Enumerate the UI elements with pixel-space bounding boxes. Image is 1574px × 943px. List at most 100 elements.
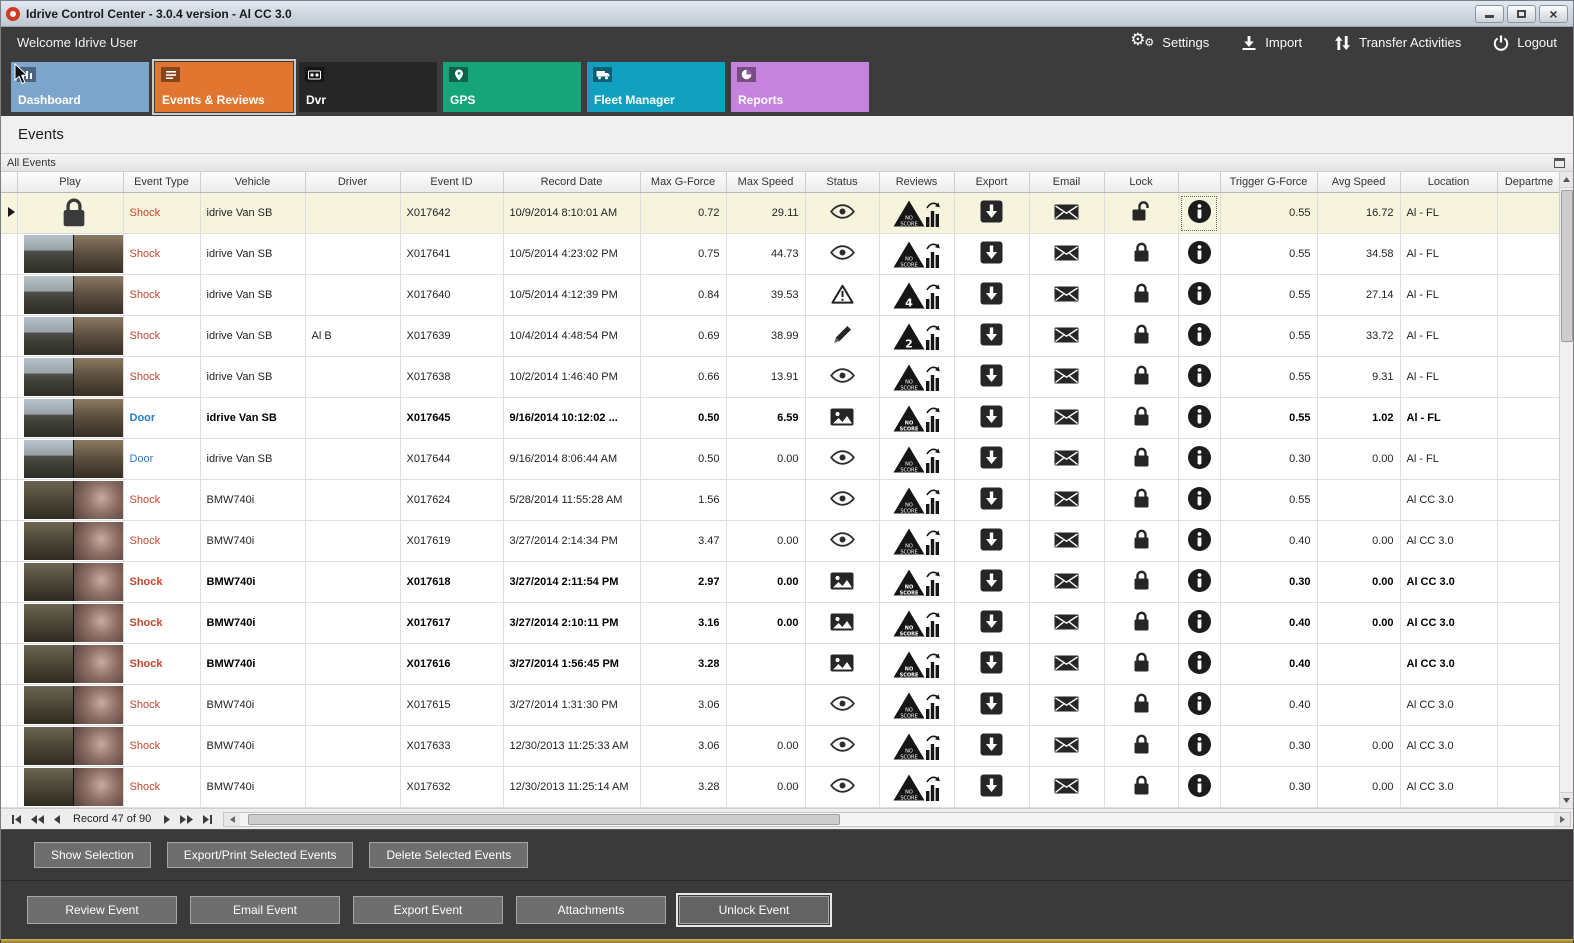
unlock-event-button[interactable]: Unlock Event <box>676 893 832 927</box>
export-icon[interactable] <box>954 520 1030 562</box>
lock-icon[interactable] <box>1104 274 1179 316</box>
export-icon[interactable] <box>954 233 1030 275</box>
info-icon[interactable] <box>1178 233 1221 275</box>
lock-icon[interactable] <box>1104 438 1179 480</box>
review-score-icon[interactable]: 4 <box>879 274 955 316</box>
email-icon[interactable] <box>1029 561 1105 603</box>
info-icon[interactable] <box>1178 356 1221 398</box>
event-row[interactable]: Shock idrive Van SB X017640 10/5/2014 4:12:… <box>1 274 1562 316</box>
export-icon[interactable] <box>954 274 1030 316</box>
play-cell[interactable] <box>17 356 124 398</box>
tab-dashboard[interactable]: Dashboard <box>11 62 149 112</box>
status-icon[interactable] <box>805 561 880 603</box>
review-score-icon[interactable]: NO SCORE <box>879 397 955 439</box>
play-cell[interactable] <box>17 315 124 357</box>
status-icon[interactable] <box>805 274 880 316</box>
lock-icon[interactable] <box>1104 561 1179 603</box>
export-icon[interactable] <box>954 438 1030 480</box>
review-score-icon[interactable]: NO SCORE <box>879 643 955 685</box>
play-cell[interactable] <box>17 643 124 685</box>
email-icon[interactable] <box>1029 520 1105 562</box>
column-header-reviews[interactable]: Reviews <box>879 172 955 193</box>
status-icon[interactable] <box>805 356 880 398</box>
review-score-icon[interactable]: 2 <box>879 315 955 357</box>
export-icon[interactable] <box>954 643 1030 685</box>
transfer-activities-button[interactable]: Transfer Activities <box>1334 35 1461 51</box>
info-icon[interactable] <box>1178 602 1221 644</box>
column-header-departme[interactable]: Departme <box>1497 172 1562 193</box>
email-icon[interactable] <box>1029 233 1105 275</box>
review-score-icon[interactable]: NO SCORE <box>879 561 955 603</box>
close-button[interactable]: × <box>1539 4 1568 23</box>
event-row[interactable]: Shock BMW740i X017632 12/30/2013 11:25:14 A… <box>1 766 1562 808</box>
play-cell[interactable] <box>17 561 124 603</box>
column-header-location[interactable]: Location <box>1400 172 1498 193</box>
settings-button[interactable]: ⚙ ⚙ Settings <box>1130 30 1209 53</box>
status-icon[interactable] <box>805 520 880 562</box>
email-icon[interactable] <box>1029 602 1105 644</box>
horizontal-scrollbar[interactable] <box>223 811 1571 827</box>
play-cell[interactable] <box>17 602 124 644</box>
column-header-avg-speed[interactable]: Avg Speed <box>1317 172 1401 193</box>
lock-icon[interactable] <box>1104 643 1179 685</box>
column-header-trigger-g-force[interactable]: Trigger G-Force <box>1220 172 1318 193</box>
horizontal-scroll-thumb[interactable] <box>248 813 841 825</box>
email-icon[interactable] <box>1029 315 1105 357</box>
prev-page-button[interactable] <box>26 809 49 829</box>
review-score-icon[interactable]: NO SCORE <box>879 438 955 480</box>
maximize-button[interactable] <box>1507 4 1536 23</box>
event-row[interactable]: Shock idrive Van SB X017642 10/9/2014 8:10:… <box>1 192 1562 234</box>
export-icon[interactable] <box>954 684 1030 726</box>
play-cell[interactable] <box>17 684 124 726</box>
review-score-icon[interactable]: NO SCORE <box>879 684 955 726</box>
event-row[interactable]: Shock BMW740i X017615 3/27/2014 1:31:30 PM 3… <box>1 684 1562 726</box>
play-cell[interactable] <box>17 725 124 767</box>
status-icon[interactable] <box>805 397 880 439</box>
play-cell[interactable] <box>17 233 124 275</box>
event-row[interactable]: Door idrive Van SB X017645 9/16/2014 10:12:… <box>1 397 1562 439</box>
column-header-max-speed[interactable]: Max Speed <box>726 172 806 193</box>
play-cell[interactable] <box>17 438 124 480</box>
lock-icon[interactable] <box>1104 397 1179 439</box>
tab-events-reviews[interactable]: Events & Reviews <box>152 59 296 115</box>
play-cell[interactable] <box>17 520 124 562</box>
status-icon[interactable] <box>805 643 880 685</box>
vertical-scrollbar[interactable] <box>1559 172 1573 808</box>
column-header-blank[interactable] <box>1178 172 1221 193</box>
title-bar[interactable]: Idrive Control Center - 3.0.4 version - … <box>1 1 1573 27</box>
info-icon[interactable] <box>1178 766 1221 808</box>
info-icon[interactable] <box>1178 315 1221 357</box>
info-icon[interactable] <box>1178 479 1221 521</box>
column-header-event-id[interactable]: Event ID <box>400 172 504 193</box>
next-record-button[interactable] <box>159 809 175 829</box>
email-icon[interactable] <box>1029 356 1105 398</box>
column-header-vehicle[interactable]: Vehicle <box>200 172 306 193</box>
panel-layout-icon[interactable] <box>1554 157 1565 168</box>
column-header-status[interactable]: Status <box>805 172 880 193</box>
column-header-blank[interactable] <box>1 172 18 193</box>
review-score-icon[interactable]: NO SCORE <box>879 479 955 521</box>
lock-icon[interactable] <box>1104 479 1179 521</box>
column-header-record-date[interactable]: Record Date <box>503 172 641 193</box>
info-icon[interactable] <box>1178 725 1221 767</box>
delete-selected-events-button[interactable]: Delete Selected Events <box>369 842 529 868</box>
status-icon[interactable] <box>805 315 880 357</box>
lock-icon[interactable] <box>1104 315 1179 357</box>
scroll-left-button[interactable] <box>224 812 241 826</box>
export-icon[interactable] <box>954 356 1030 398</box>
scroll-up-button[interactable] <box>1560 172 1573 188</box>
email-event-button[interactable]: Email Event <box>190 896 340 924</box>
status-icon[interactable] <box>805 766 880 808</box>
logout-button[interactable]: Logout <box>1493 35 1557 51</box>
event-row[interactable]: Shock BMW740i X017624 5/28/2014 11:55:28 AM… <box>1 479 1562 521</box>
info-icon[interactable] <box>1178 561 1221 603</box>
email-icon[interactable] <box>1029 397 1105 439</box>
export-event-button[interactable]: Export Event <box>353 896 503 924</box>
status-icon[interactable] <box>805 684 880 726</box>
column-header-lock[interactable]: Lock <box>1104 172 1179 193</box>
info-icon[interactable] <box>1178 520 1221 562</box>
lock-icon[interactable] <box>1104 725 1179 767</box>
event-row[interactable]: Shock idrive Van SB X017638 10/2/2014 1:46:… <box>1 356 1562 398</box>
tab-gps[interactable]: GPS <box>443 62 581 112</box>
event-row[interactable]: Shock idrive Van SB Al B X017639 10/4/2014 4… <box>1 315 1562 357</box>
